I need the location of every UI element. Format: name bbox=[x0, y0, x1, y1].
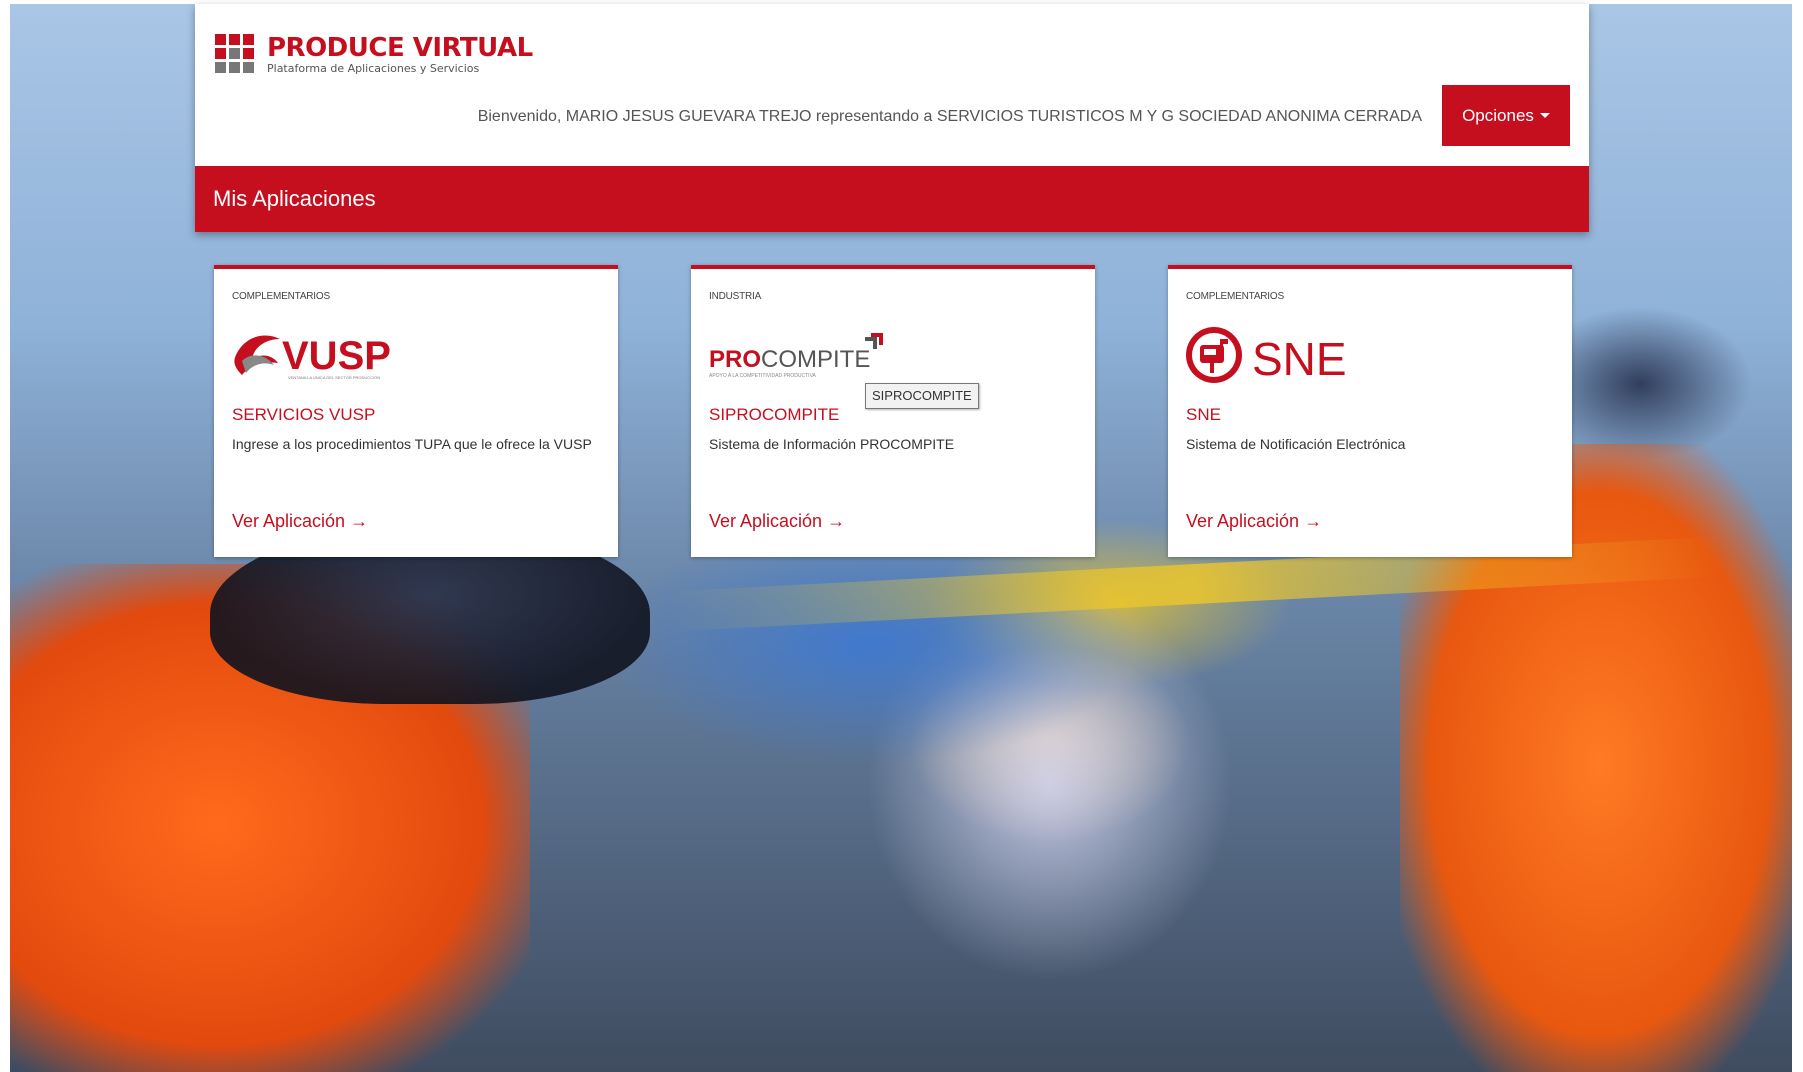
brand-subtitle: Plataforma de Aplicaciones y Servicios bbox=[267, 62, 480, 75]
tooltip: SIPROCOMPITE bbox=[865, 383, 979, 409]
svg-text:COMPITE: COMPITE bbox=[761, 346, 870, 373]
vusp-swoosh-icon: VUSP VENTANILLA ÚNICA DEL SECTOR PRODUCC… bbox=[234, 334, 391, 380]
card-description: Sistema de Notificación Electrónica bbox=[1186, 436, 1406, 452]
procompite-logo-icon: PRO COMPITE APOYO A LA COMPETITIVIDAD PR… bbox=[709, 333, 883, 379]
caret-down-icon bbox=[1539, 113, 1550, 118]
app-card-vusp[interactable]: COMPLEMENTARIOS VUSP VENTANILLA ÚNICA DE… bbox=[214, 265, 618, 557]
view-app-link[interactable]: Ver Aplicación → bbox=[1186, 511, 1322, 532]
card-description: Ingrese a los procedimientos TUPA que le… bbox=[232, 436, 592, 452]
mailbox-icon: SNE bbox=[1186, 327, 1347, 385]
card-category: COMPLEMENTARIOS bbox=[1186, 291, 1284, 302]
grid-logo-icon bbox=[215, 34, 255, 74]
options-dropdown-button[interactable]: Opciones bbox=[1442, 85, 1570, 146]
card-description: Sistema de Información PROCOMPITE bbox=[709, 436, 955, 452]
view-app-link[interactable]: Ver Aplicación → bbox=[232, 511, 368, 532]
view-app-link[interactable]: Ver Aplicación → bbox=[709, 511, 845, 532]
card-category: COMPLEMENTARIOS bbox=[232, 291, 330, 302]
procompite-logo: PRO COMPITE APOYO A LA COMPETITIVIDAD PR… bbox=[705, 325, 1005, 385]
header: PRODUCE VIRTUAL Plataforma de Aplicacion… bbox=[195, 4, 1589, 166]
brand-title: PRODUCE VIRTUAL bbox=[267, 33, 533, 63]
welcome-text: Bienvenido, MARIO JESUS GUEVARA TREJO re… bbox=[477, 108, 1422, 125]
card-title: SNE bbox=[1186, 405, 1221, 424]
vusp-logo: VUSP VENTANILLA ÚNICA DEL SECTOR PRODUCC… bbox=[228, 325, 528, 385]
section-bar: Mis Aplicaciones bbox=[195, 166, 1589, 232]
options-label: Opciones bbox=[1462, 105, 1534, 125]
sne-logo: SNE bbox=[1182, 325, 1482, 385]
section-title: Mis Aplicaciones bbox=[213, 186, 376, 211]
brand-logo[interactable]: PRODUCE VIRTUAL Plataforma de Aplicacion… bbox=[215, 34, 533, 78]
app-card-sne[interactable]: COMPLEMENTARIOS SNE SNE Sistema de Notif… bbox=[1168, 265, 1572, 557]
svg-text:VENTANILLA ÚNICA DEL SECTOR PR: VENTANILLA ÚNICA DEL SECTOR PRODUCCIÓN bbox=[288, 375, 380, 380]
card-title: SERVICIOS VUSP bbox=[232, 405, 376, 424]
card-category: INDUSTRIA bbox=[709, 291, 762, 302]
card-title: SIPROCOMPITE bbox=[709, 405, 840, 424]
top-panel: PRODUCE VIRTUAL Plataforma de Aplicacion… bbox=[195, 4, 1589, 232]
svg-text:PRO: PRO bbox=[709, 346, 761, 373]
svg-text:APOYO A LA COMPETITIVIDAD PROD: APOYO A LA COMPETITIVIDAD PRODUCTIVA bbox=[709, 373, 817, 379]
svg-text:VUSP: VUSP bbox=[282, 334, 391, 378]
app-card-siprocompite[interactable]: INDUSTRIA PRO COMPITE APOYO A LA COMPETI… bbox=[691, 265, 1095, 557]
svg-text:SNE: SNE bbox=[1252, 333, 1347, 385]
